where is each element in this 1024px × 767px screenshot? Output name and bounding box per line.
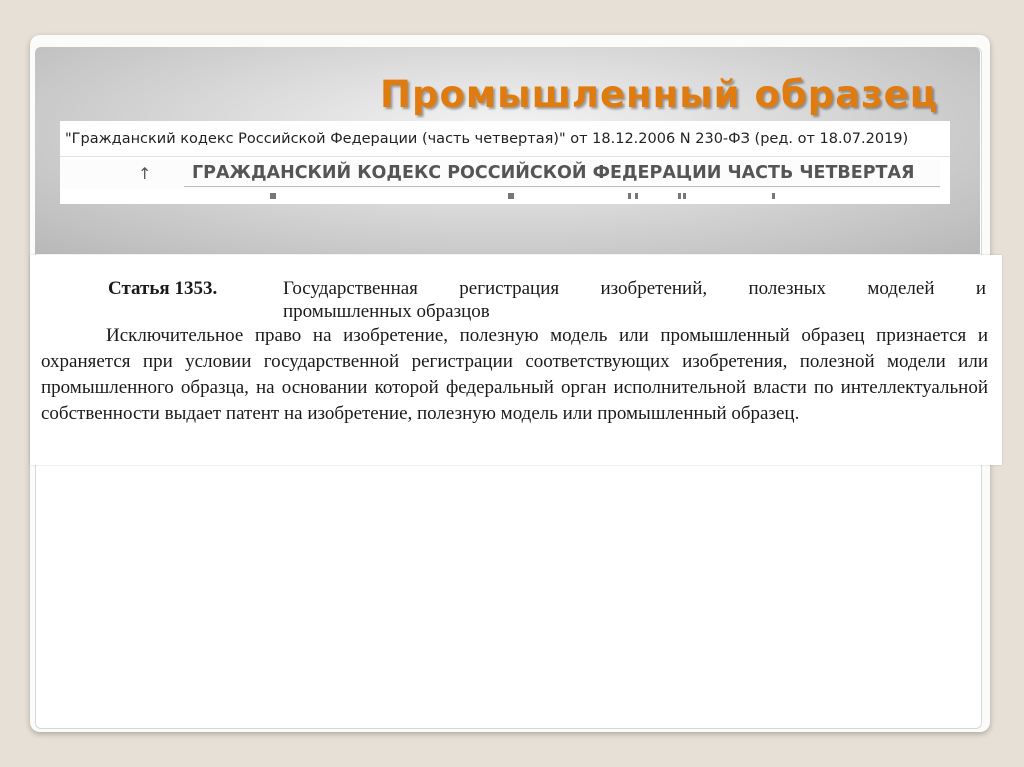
document-heading-row: ↑ ГРАЖДАНСКИЙ КОДЕКС РОССИЙСКОЙ ФЕДЕРАЦИ… bbox=[60, 159, 940, 189]
article-excerpt: Статья 1353. Государственная регистрация… bbox=[30, 255, 1002, 465]
cropped-text-row bbox=[60, 193, 950, 199]
document-citation: "Гражданский кодекс Российской Федерации… bbox=[65, 131, 909, 147]
article-body: Исключительное право на изобретение, пол… bbox=[41, 325, 988, 424]
article-title-continuation: промышленных образцов bbox=[283, 301, 490, 322]
article-number: Статья 1353. bbox=[108, 278, 218, 299]
article-title: Государственная регистрация изобретений,… bbox=[283, 278, 986, 299]
up-arrow-icon: ↑ bbox=[138, 164, 152, 183]
divider bbox=[60, 156, 950, 157]
slide-title: Промышленный образец bbox=[380, 73, 939, 116]
document-heading: ГРАЖДАНСКИЙ КОДЕКС РОССИЙСКОЙ ФЕДЕРАЦИИ … bbox=[192, 163, 915, 183]
document-header-screenshot: "Гражданский кодекс Российской Федерации… bbox=[60, 121, 950, 204]
heading-underline bbox=[184, 186, 940, 187]
